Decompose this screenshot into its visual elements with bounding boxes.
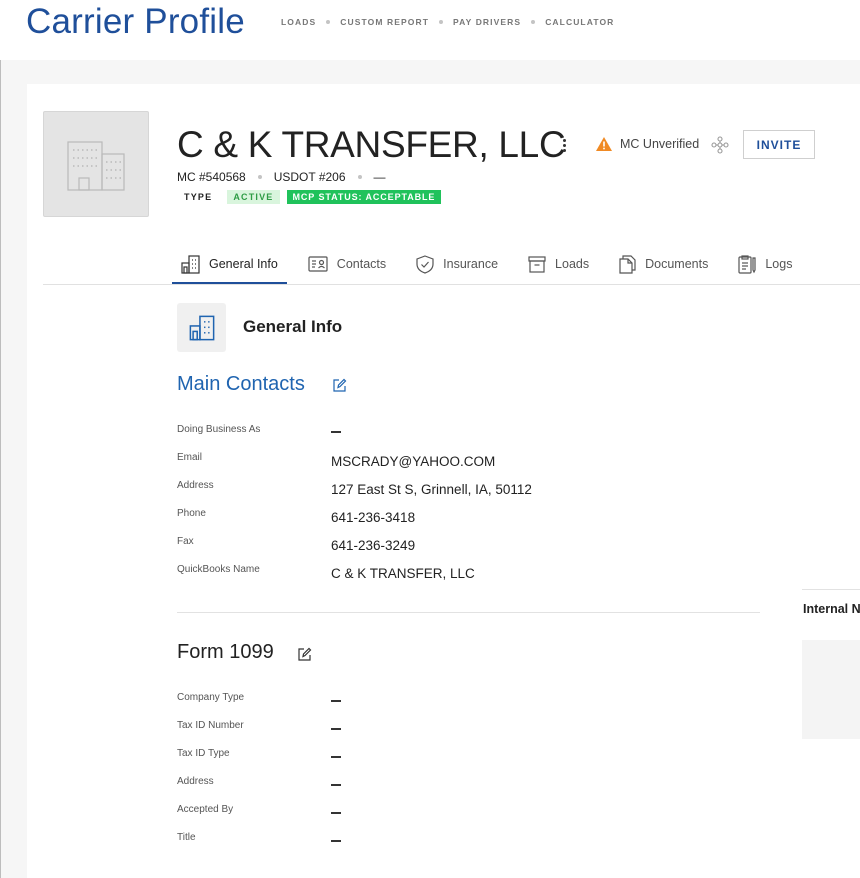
- internal-notes-box[interactable]: [802, 640, 860, 739]
- type-label: TYPE: [184, 192, 213, 202]
- tab-logs[interactable]: Logs: [729, 246, 801, 282]
- field-label-quickbooks: QuickBooks Name: [177, 564, 260, 575]
- field-value-empty: [331, 756, 341, 758]
- section-title: General Info: [243, 317, 343, 336]
- top-bar: Carrier Profile LOADS CUSTOM REPORT PAY …: [0, 0, 860, 60]
- archive-box-icon: [528, 255, 546, 273]
- nav-separator: [439, 20, 444, 24]
- edit-icon[interactable]: [297, 647, 312, 662]
- nav-link-pay-drivers[interactable]: PAY DRIVERS: [453, 17, 521, 27]
- nav-link-calculator[interactable]: CALCULATOR: [545, 17, 614, 27]
- mc-number: MC #540568: [177, 170, 246, 184]
- mc-verification-status: MC Unverified: [620, 137, 700, 151]
- profile-card: [27, 84, 860, 878]
- invite-button[interactable]: INVITE: [743, 130, 815, 159]
- tab-label: Loads: [555, 257, 590, 271]
- tab-label: General Info: [209, 257, 278, 271]
- field-label-title: Title: [177, 832, 196, 843]
- field-value-quickbooks: C & K TRANSFER, LLC: [331, 566, 475, 581]
- field-value-empty: [331, 700, 341, 702]
- edit-icon[interactable]: [332, 378, 347, 393]
- id-separator: [357, 175, 362, 179]
- network-icon[interactable]: [711, 136, 729, 154]
- field-value-email: MSCRADY@YAHOO.COM: [331, 454, 496, 469]
- section-icon-box: [177, 303, 226, 352]
- field-label-address: Address: [177, 480, 214, 491]
- field-value-empty: [331, 431, 341, 433]
- warning-icon: [596, 137, 612, 151]
- tab-label: Logs: [765, 257, 793, 271]
- main-contacts-title: Main Contacts: [177, 373, 305, 395]
- field-value-fax: 641-236-3249: [331, 538, 416, 553]
- field-value-address: 127 East St S, Grinnell, IA, 50112: [331, 482, 532, 497]
- nav-separator: [326, 20, 331, 24]
- page-title: Carrier Profile: [26, 2, 245, 41]
- tab-documents[interactable]: Documents: [610, 246, 717, 282]
- tab-label: Contacts: [336, 257, 387, 271]
- profile-tabs: General Info Contacts Insurance Loads Do…: [172, 246, 813, 284]
- tab-loads[interactable]: Loads: [519, 246, 598, 282]
- form-1099-title: Form 1099: [177, 641, 274, 663]
- window-edge: [0, 0, 1, 878]
- tab-label: Insurance: [443, 257, 499, 271]
- field-value-empty: [331, 812, 341, 814]
- building-placeholder-icon: [67, 141, 125, 191]
- tab-divider: [43, 284, 860, 285]
- building-icon: [181, 254, 200, 274]
- field-label-accepted-by: Accepted By: [177, 804, 234, 815]
- id-separator: [257, 175, 262, 179]
- field-label-phone: Phone: [177, 508, 206, 519]
- contact-card-icon: [308, 256, 328, 272]
- active-badge: ACTIVE: [227, 190, 280, 204]
- building-icon: [189, 315, 214, 340]
- status-badges: TYPE ACTIVE MCP STATUS: ACCEPTABLE: [184, 190, 442, 204]
- extra-identifier: —: [373, 170, 386, 184]
- carrier-avatar[interactable]: [43, 111, 149, 217]
- field-label-dba: Doing Business As: [177, 424, 261, 435]
- field-value-empty: [331, 784, 341, 786]
- field-label-fax: Fax: [177, 536, 194, 547]
- mcp-status-badge: MCP STATUS: ACCEPTABLE: [286, 190, 442, 204]
- field-label-email: Email: [177, 452, 203, 463]
- tab-contacts[interactable]: Contacts: [299, 246, 395, 282]
- documents-icon: [619, 254, 636, 274]
- field-label-company-type: Company Type: [177, 692, 245, 703]
- carrier-name: C & K TRANSFER, LLC: [177, 124, 566, 165]
- carrier-identifiers: MC #540568 USDOT #206 —: [177, 170, 386, 184]
- clipboard-log-icon: [738, 254, 756, 274]
- tab-insurance[interactable]: Insurance: [407, 246, 507, 282]
- field-label-tax-id-number: Tax ID Number: [177, 720, 244, 731]
- shield-check-icon: [416, 254, 434, 274]
- nav-link-custom-report[interactable]: CUSTOM REPORT: [340, 17, 429, 27]
- tab-label: Documents: [645, 257, 709, 271]
- more-options-icon[interactable]: [557, 136, 571, 154]
- top-nav: LOADS CUSTOM REPORT PAY DRIVERS CALCULAT…: [281, 17, 614, 27]
- tab-general-info[interactable]: General Info: [172, 246, 287, 284]
- usdot-number: USDOT #206: [273, 170, 346, 184]
- field-label-address-1099: Address: [177, 776, 214, 787]
- field-value-empty: [331, 728, 341, 730]
- nav-separator: [531, 20, 536, 24]
- section-divider: [177, 612, 760, 613]
- field-value-empty: [331, 840, 341, 842]
- notes-divider: [802, 589, 860, 590]
- field-value-phone: 641-236-3418: [331, 510, 416, 525]
- internal-notes-title: Internal Notes: [803, 602, 860, 616]
- nav-link-loads[interactable]: LOADS: [281, 17, 316, 27]
- field-label-tax-id-type: Tax ID Type: [177, 748, 230, 759]
